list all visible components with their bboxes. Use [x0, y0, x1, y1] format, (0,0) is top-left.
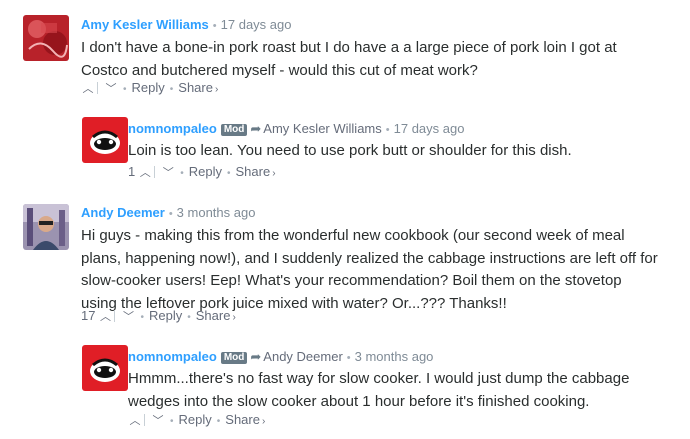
comment-text: Hi guys - making this from the wonderful… [81, 227, 658, 312]
meta-dot: • [168, 208, 173, 220]
share-button[interactable]: Share › [236, 164, 276, 179]
reply-arrow-icon: ➦ [250, 349, 262, 364]
footer-dot: • [227, 168, 231, 179]
footer-dot: • [180, 168, 184, 179]
chevron-down-icon[interactable]: ﹀ [151, 413, 165, 429]
meta-dot: • [346, 352, 351, 364]
author-name[interactable]: nomnompaleo [128, 349, 217, 364]
footer-dot: • [187, 312, 191, 323]
author-name[interactable]: Andy Deemer [81, 205, 165, 220]
share-button[interactable]: Share › [196, 308, 236, 323]
comment-footer: 17 ︿ ﹀ • Reply • Share › [81, 308, 236, 326]
comment-footer: ︿ ﹀ • Reply • Share › [128, 412, 266, 430]
reply-button[interactable]: Reply [149, 308, 182, 323]
reply-button[interactable]: Reply [179, 412, 212, 427]
chevron-right-icon: › [261, 416, 266, 427]
avatar[interactable] [23, 15, 69, 61]
chevron-up-icon[interactable]: ︿ [128, 413, 142, 429]
meta-dot: • [385, 124, 390, 136]
timestamp[interactable]: 17 days ago [394, 121, 465, 136]
footer-dot: • [169, 84, 174, 95]
vote-count: 1 [128, 164, 136, 179]
avatar[interactable] [82, 117, 128, 163]
comment-header: Andy Deemer • 3 months ago [81, 205, 255, 222]
parent-author[interactable]: Andy Deemer [263, 349, 342, 364]
footer-dot: • [216, 416, 221, 427]
footer-dot: • [123, 84, 127, 95]
vote-divider [114, 310, 116, 322]
comment-footer: 1 ︿ ﹀ • Reply • Share › [128, 164, 276, 182]
timestamp[interactable]: 3 months ago [177, 205, 256, 220]
avatar[interactable] [23, 204, 69, 250]
chevron-down-icon[interactable]: ﹀ [121, 309, 135, 325]
chevron-down-icon[interactable]: ﹀ [104, 81, 118, 97]
vote-divider [97, 82, 98, 94]
comment-header: nomnompaleo Mod ➦ Amy Kesler Williams • 17 da… [128, 121, 464, 138]
avatar[interactable] [82, 345, 128, 391]
mod-badge: Mod [220, 352, 248, 364]
meta-dot: • [212, 20, 217, 32]
share-label: Share [178, 80, 213, 95]
vote-count: 17 [81, 308, 96, 323]
share-label: Share [225, 412, 260, 427]
share-label: Share [235, 164, 271, 179]
comment-footer: ︿ ﹀ • Reply • Share › [81, 80, 219, 98]
share-button[interactable]: Share › [178, 80, 218, 95]
timestamp[interactable]: 17 days ago [221, 17, 292, 32]
chevron-right-icon: › [232, 312, 236, 323]
parent-author[interactable]: Amy Kesler Williams [263, 121, 381, 136]
reply-button[interactable]: Reply [132, 80, 165, 95]
comment-text: I don't have a bone-in pork roast but I … [81, 39, 617, 79]
chevron-down-icon[interactable]: ﹀ [161, 165, 175, 181]
comment-header: Amy Kesler Williams • 17 days ago [81, 17, 291, 34]
share-button[interactable]: Share › [225, 412, 265, 427]
footer-dot: • [170, 416, 174, 427]
timestamp[interactable]: 3 months ago [355, 349, 434, 364]
comment-header: nomnompaleo Mod ➦ Andy Deemer • 3 months ago [128, 349, 433, 366]
vote-divider [144, 414, 145, 426]
chevron-right-icon: › [272, 168, 276, 179]
chevron-up-icon[interactable]: ︿ [98, 309, 112, 325]
chevron-up-icon[interactable]: ︿ [81, 81, 95, 97]
footer-dot: • [140, 312, 144, 323]
vote-divider [154, 166, 156, 178]
chevron-up-icon[interactable]: ︿ [138, 165, 152, 181]
author-name[interactable]: Amy Kesler Williams [81, 17, 209, 32]
chevron-right-icon: › [214, 84, 219, 95]
reply-button[interactable]: Reply [189, 164, 222, 179]
comment-text: Loin is too lean. You need to use pork b… [128, 142, 572, 159]
comment-text: Hmmm...there's no fast way for slow cook… [128, 370, 630, 410]
reply-arrow-icon: ➦ [250, 121, 262, 136]
mod-badge: Mod [220, 124, 248, 136]
share-label: Share [195, 308, 231, 323]
author-name[interactable]: nomnompaleo [128, 121, 217, 136]
